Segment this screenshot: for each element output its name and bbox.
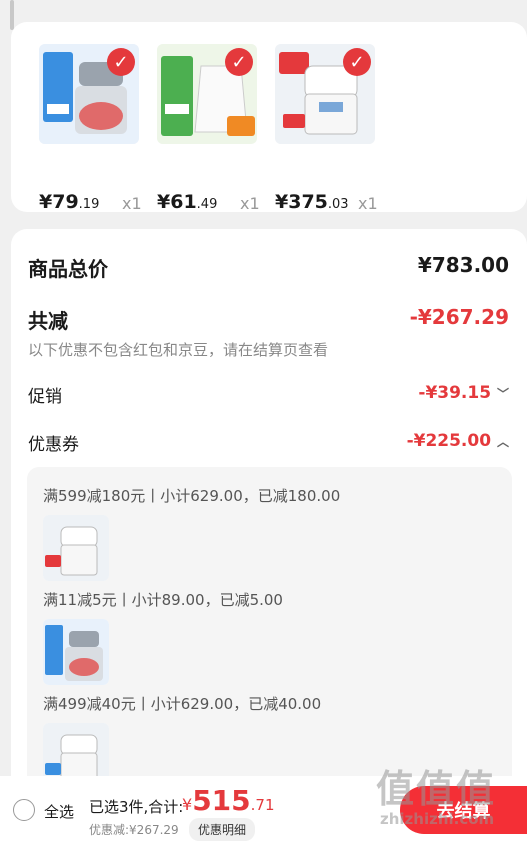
selected-check-icon[interactable]: ✓	[343, 48, 371, 76]
product-quantity: x1	[122, 194, 142, 213]
product-price: ¥61.49	[157, 191, 218, 213]
chevron-down-icon: ﹀	[496, 387, 509, 401]
coupon-rule: 满11减5元丨小计89.00，已减5.00	[43, 591, 283, 609]
rice-cooker-thumb[interactable]	[43, 515, 109, 581]
discount-amount: 优惠减:¥267.29	[89, 823, 179, 837]
reduce-note: 以下优惠不包含红包和京豆，请在结算页查看	[28, 341, 329, 359]
total-value: ¥783.00	[417, 253, 509, 277]
scroll-indicator[interactable]	[10, 0, 14, 30]
selected-check-icon[interactable]: ✓	[225, 48, 253, 76]
total-price: ¥515.71	[182, 784, 275, 817]
reduce-label: 共减	[28, 309, 68, 333]
product-price: ¥375.03	[275, 191, 349, 213]
product-quantity: x1	[358, 194, 378, 213]
promo-toggle[interactable]: -¥39.15 ﹀	[418, 383, 509, 403]
coupon-rule: 满499减40元丨小计629.00，已减40.00	[43, 695, 322, 713]
electric-kettle-image: ✓	[157, 44, 257, 144]
total-label: 商品总价	[28, 257, 108, 281]
product-quantity: x1	[240, 194, 260, 213]
price-summary-card: 商品总价 ¥783.00 共减 -¥267.29 以下优惠不包含红包和京豆，请在…	[11, 229, 527, 845]
discount-detail-button[interactable]: 优惠明细	[189, 818, 256, 841]
chevron-up-icon: ︿	[496, 435, 509, 449]
coupon-toggle[interactable]: -¥225.00 ︿	[407, 431, 509, 451]
watermark: 值值值 zhizhizhi.com	[376, 767, 497, 828]
select-all-label[interactable]: 全选	[44, 801, 74, 822]
selected-check-icon[interactable]: ✓	[107, 48, 135, 76]
product-item-2[interactable]: ✓ ¥61.49 x1	[157, 44, 260, 213]
selected-count: 已选3件,合计:	[89, 798, 184, 816]
product-price: ¥79.19	[39, 191, 100, 213]
coupon-label: 优惠券	[28, 435, 79, 455]
products-card: ✓ ¥79.19 x1 ✓ ¥61.49 x1 ✓ ¥375.03 x1	[11, 22, 527, 213]
product-item-3[interactable]: ✓ ¥375.03 x1	[275, 44, 378, 213]
meat-grinder-thumb[interactable]	[43, 619, 109, 685]
product-item-1[interactable]: ✓ ¥79.19 x1	[39, 44, 142, 213]
coupon-value: -¥225.00	[406, 431, 492, 451]
coupon-rule: 满599减180元丨小计629.00，已减180.00	[43, 487, 341, 505]
meat-grinder-image: ✓	[39, 44, 139, 144]
rice-cooker-image: ✓	[275, 44, 375, 144]
promo-label: 促销	[28, 387, 62, 407]
promo-value: -¥39.15	[418, 383, 492, 403]
select-all-radio[interactable]	[13, 799, 35, 821]
reduce-value: -¥267.29	[409, 305, 509, 329]
